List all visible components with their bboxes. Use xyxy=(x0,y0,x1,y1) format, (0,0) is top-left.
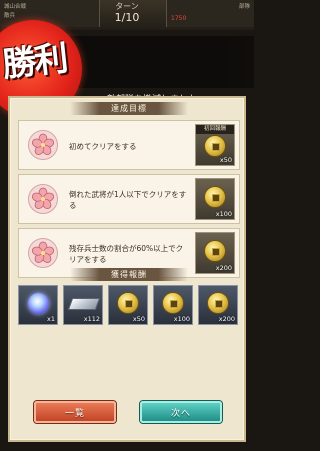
coin-icon xyxy=(204,135,226,157)
reward-qty: x200 xyxy=(215,264,232,272)
reward-item[interactable]: x100 xyxy=(153,285,193,325)
goal-text: 倒れた武将が1人以下でクリアをする xyxy=(69,190,187,210)
item-qty: x200 xyxy=(218,315,235,323)
result-panel: 達成目標 初めてクリアをする 初回報酬 x50 倒れた武将が1人以下でクリアをす… xyxy=(8,96,246,442)
coin-icon xyxy=(204,240,226,262)
goal-row: 初めてクリアをする 初回報酬 x50 xyxy=(18,120,240,170)
sakura-icon xyxy=(28,184,58,214)
reward-item[interactable]: x50 xyxy=(108,285,148,325)
hud-right-top-label: 部隊 xyxy=(238,4,250,10)
list-button[interactable]: 一覧 xyxy=(34,401,116,423)
goal-reward[interactable]: x200 xyxy=(195,232,235,274)
first-clear-tag: 初回報酬 xyxy=(196,125,234,134)
hud-right-value: 1750 xyxy=(171,15,187,22)
goal-text: 初めてクリアをする xyxy=(69,141,137,151)
orb-icon xyxy=(28,293,49,314)
goal-reward[interactable]: 初回報酬 x50 xyxy=(195,124,235,166)
coin-icon xyxy=(204,186,226,208)
victory-title: 勝利 xyxy=(0,38,69,86)
item-qty: x1 xyxy=(47,315,55,323)
reward-items: x1 x112 x50 x100 x200 xyxy=(18,285,240,325)
coin-icon xyxy=(207,292,229,314)
hud-right-panel: 部隊 1750 xyxy=(166,0,254,27)
goals-header: 達成目標 xyxy=(70,102,188,115)
reward-item[interactable]: x1 xyxy=(18,285,58,325)
reward-item[interactable]: x112 xyxy=(63,285,103,325)
rewards-header: 獲得報酬 xyxy=(70,268,188,281)
item-qty: x50 xyxy=(132,315,145,323)
goal-row: 倒れた武将が1人以下でクリアをする x100 xyxy=(18,174,240,224)
sakura-icon xyxy=(28,130,58,160)
item-qty: x100 xyxy=(173,315,190,323)
next-button[interactable]: 次へ xyxy=(140,401,222,423)
reward-qty: x100 xyxy=(215,210,232,218)
coin-icon xyxy=(162,292,184,314)
goal-reward[interactable]: x100 xyxy=(195,178,235,220)
silver-bar-icon xyxy=(67,298,101,310)
reward-item[interactable]: x200 xyxy=(198,285,238,325)
reward-qty: x50 xyxy=(219,156,232,164)
sakura-icon xyxy=(28,238,58,268)
coin-icon xyxy=(117,292,139,314)
item-qty: x112 xyxy=(83,315,100,323)
